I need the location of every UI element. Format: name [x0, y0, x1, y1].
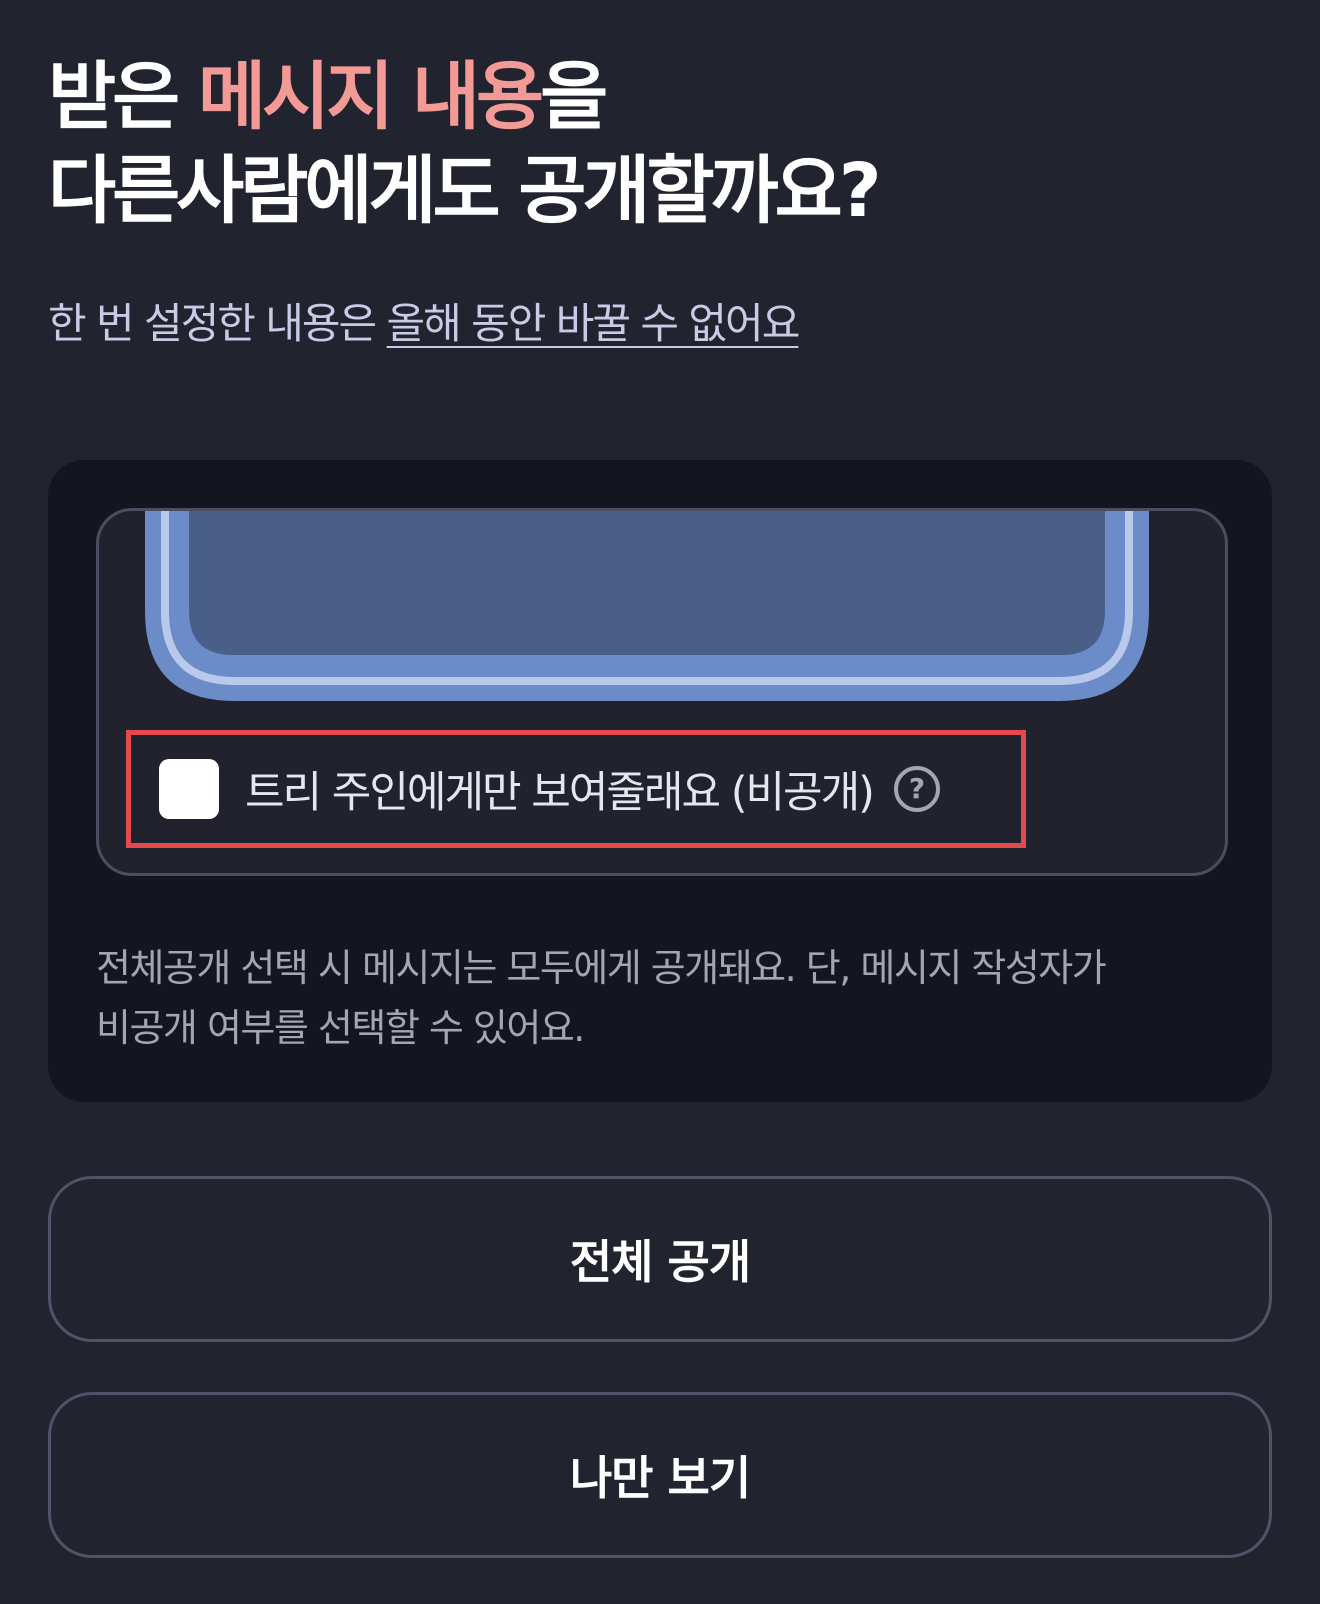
title-line2: 다른사람에게도 공개할까요?: [48, 148, 882, 234]
notice-line1: 전체공개 선택 시 메시지는 모두에게 공개돼요. 단, 메시지 작성자가: [96, 946, 1107, 990]
preview-card: 트리 주인에게만 보여줄래요 (비공개) ? 전체공개 선택 시 메시지는 모두…: [48, 460, 1272, 1102]
private-option-label: 트리 주인에게만 보여줄래요 (비공개): [245, 768, 875, 818]
subtitle: 한 번 설정한 내용은 올해 동안 바꿀 수 없어요: [48, 296, 1268, 352]
subtitle-text: 한 번 설정한 내용은: [48, 299, 387, 348]
title-prefix: 받은: [48, 54, 198, 140]
notice-text: 전체공개 선택 시 메시지는 모두에게 공개돼요. 단, 메시지 작성자가비공개…: [96, 938, 1226, 1058]
private-only-button[interactable]: 나만 보기: [48, 1392, 1272, 1558]
bubble-inner: [189, 511, 1105, 655]
question-circle-icon[interactable]: ?: [893, 765, 941, 813]
title-suffix: 을: [540, 54, 608, 140]
title-highlight: 메시지 내용: [197, 54, 544, 140]
page-title: 받은 메시지 내용을 다른사람에게도 공개할까요?: [48, 50, 1268, 238]
notice-line2: 비공개 여부를 선택할 수 있어요.: [96, 1006, 585, 1050]
public-button[interactable]: 전체 공개: [48, 1176, 1272, 1342]
svg-text:?: ?: [909, 772, 925, 805]
private-option[interactable]: 트리 주인에게만 보여줄래요 (비공개) ?: [126, 730, 1026, 848]
private-checkbox[interactable]: [159, 759, 219, 819]
subtitle-link[interactable]: 올해 동안 바꿀 수 없어요: [387, 299, 801, 348]
